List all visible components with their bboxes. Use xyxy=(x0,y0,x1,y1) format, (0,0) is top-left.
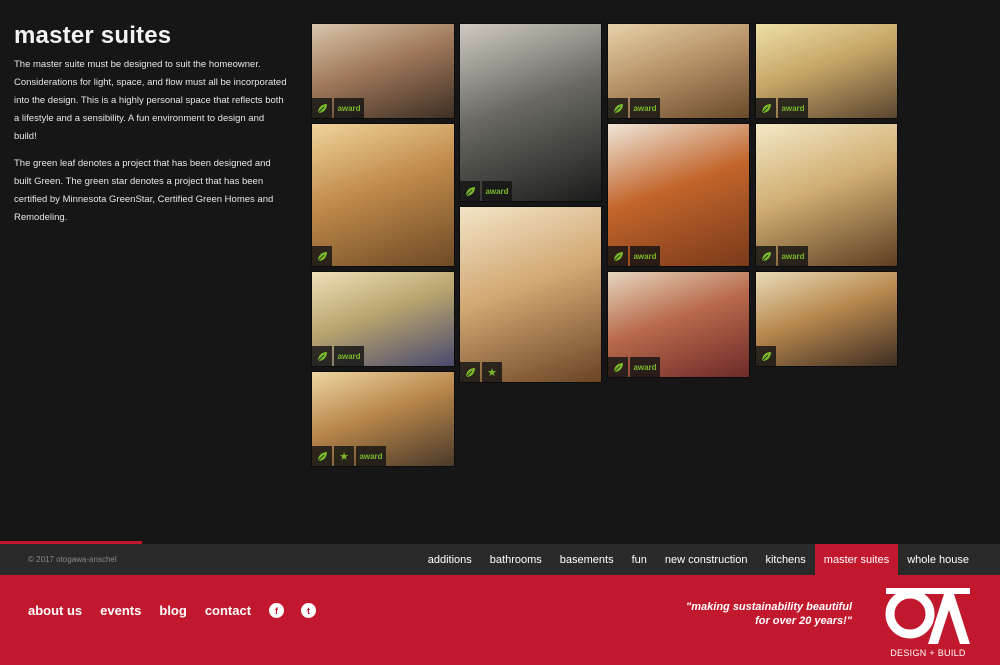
footer-link[interactable]: events xyxy=(100,603,141,618)
green-leaf-icon xyxy=(756,98,776,118)
green-leaf-icon xyxy=(312,446,332,466)
footer-link[interactable]: about us xyxy=(28,603,82,618)
category-link[interactable]: additions xyxy=(419,544,481,575)
tile-badges: award xyxy=(460,181,514,201)
category-link[interactable]: bathrooms xyxy=(481,544,551,575)
tile-badges: award xyxy=(756,98,810,118)
page-title: master suites xyxy=(14,22,172,49)
intro: master suites The master suite must be d… xyxy=(14,22,289,236)
green-leaf-icon xyxy=(756,346,776,366)
category-link[interactable]: whole house xyxy=(898,544,978,575)
tile-badges: award xyxy=(608,357,662,377)
room-photo xyxy=(460,24,601,201)
footer-link[interactable]: blog xyxy=(159,603,186,618)
tile-badges xyxy=(312,246,334,266)
tile-badges xyxy=(756,346,778,366)
slogan-line: for over 20 years!" xyxy=(755,615,852,627)
footer-link[interactable]: contact xyxy=(205,603,251,618)
tile-badges: award xyxy=(608,246,662,266)
gallery-tile[interactable]: award xyxy=(607,271,750,378)
green-leaf-icon xyxy=(312,246,332,266)
tile-badges: award xyxy=(312,98,366,118)
footer-links: about us events blog contact f t xyxy=(28,603,333,618)
category-link[interactable]: fun xyxy=(623,544,656,575)
green-legend-paragraph: The green leaf denotes a project that ha… xyxy=(14,158,274,223)
logo-mark-icon xyxy=(885,588,970,644)
category-link[interactable]: new construction xyxy=(656,544,757,575)
slogan-line: "making sustainability beautiful xyxy=(686,601,852,613)
gallery-tile[interactable]: ★ award xyxy=(311,371,455,467)
gallery-tile[interactable]: award xyxy=(459,23,602,202)
gallery-tile[interactable]: award xyxy=(755,23,898,119)
gallery-tile[interactable]: award xyxy=(607,123,750,267)
green-leaf-icon xyxy=(460,362,480,382)
logo-text: DESIGN + BUILD xyxy=(890,648,966,658)
facebook-icon[interactable]: f xyxy=(269,603,285,618)
room-photo xyxy=(460,207,601,382)
award-badge: award xyxy=(334,98,364,118)
gallery-tile[interactable] xyxy=(755,271,898,367)
category-nav: © 2017 otogawa-anschel additions bathroom… xyxy=(0,544,1000,575)
green-star-icon: ★ xyxy=(482,362,502,382)
gallery-tile[interactable]: ★ xyxy=(459,206,602,383)
category-link[interactable]: basements xyxy=(551,544,623,575)
award-badge: award xyxy=(778,246,808,266)
green-leaf-icon xyxy=(608,246,628,266)
green-leaf-icon xyxy=(312,346,332,366)
gallery-tile[interactable]: award xyxy=(607,23,750,119)
tile-badges: award xyxy=(312,346,366,366)
gallery-tile[interactable]: award xyxy=(311,271,455,367)
green-leaf-icon xyxy=(756,246,776,266)
twitter-icon[interactable]: t xyxy=(301,603,317,618)
award-badge: award xyxy=(630,98,660,118)
category-link[interactable]: master suites xyxy=(814,544,899,575)
company-logo[interactable]: DESIGN + BUILD xyxy=(884,586,972,658)
tile-badges: ★ xyxy=(460,362,504,382)
green-leaf-icon xyxy=(312,98,332,118)
award-badge: award xyxy=(630,357,660,377)
gallery-tile[interactable]: award xyxy=(755,123,898,267)
footer: about us events blog contact f t "making sust… xyxy=(0,575,1000,665)
tile-badges: ★ award xyxy=(312,446,388,466)
green-leaf-icon xyxy=(460,181,480,201)
award-badge: award xyxy=(778,98,808,118)
tile-badges: award xyxy=(756,246,810,266)
category-list: additions bathrooms basements fun new constr… xyxy=(419,544,978,575)
green-leaf-icon xyxy=(608,357,628,377)
gallery-tile[interactable] xyxy=(311,123,455,267)
room-photo xyxy=(312,124,454,266)
copyright: © 2017 otogawa-anschel xyxy=(28,555,117,564)
green-star-icon: ★ xyxy=(334,446,354,466)
slogan: "making sustainability beautiful for ove… xyxy=(686,600,852,628)
award-badge: award xyxy=(334,346,364,366)
award-badge: award xyxy=(630,246,660,266)
green-leaf-icon xyxy=(608,98,628,118)
room-photo xyxy=(608,124,749,266)
category-link[interactable]: kitchens xyxy=(756,544,814,575)
room-photo xyxy=(756,124,897,266)
award-badge: award xyxy=(482,181,512,201)
award-badge: award xyxy=(356,446,386,466)
tile-badges: award xyxy=(608,98,662,118)
gallery-tile[interactable]: award xyxy=(311,23,455,119)
intro-paragraph: The master suite must be designed to sui… xyxy=(14,59,287,142)
